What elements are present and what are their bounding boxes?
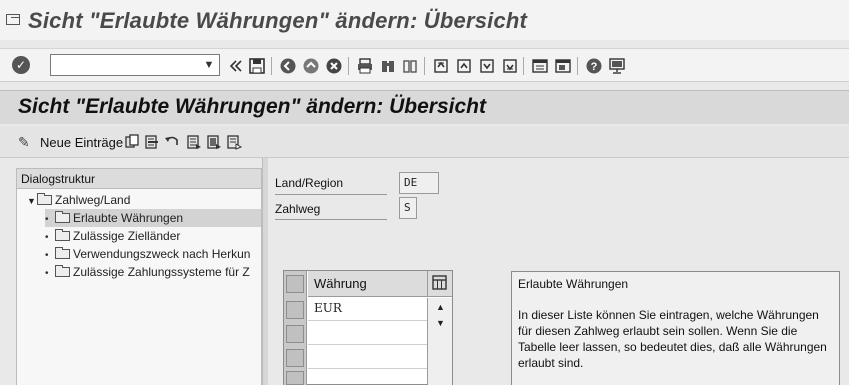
tree-node-label: Erlaubte Währungen <box>73 211 184 225</box>
copy-icon[interactable] <box>124 134 140 150</box>
dialog-structure-heading: Dialogstruktur <box>17 169 261 189</box>
command-dropdown-icon[interactable]: ▼ <box>201 57 217 73</box>
tree-node-label: Zahlweg/Land <box>55 193 131 207</box>
scroll-up-icon[interactable]: ▲ <box>436 302 445 312</box>
save-icon[interactable] <box>247 56 267 76</box>
row-selector[interactable] <box>286 349 304 367</box>
new-entries-button[interactable]: Neue Einträge <box>40 135 123 150</box>
table-cell[interactable] <box>308 345 429 369</box>
table-cell[interactable]: EUR <box>308 297 429 321</box>
select-all-icon[interactable] <box>186 134 202 150</box>
screen-header: Sicht "Erlaubte Währungen" ändern: Übers… <box>0 90 849 124</box>
tree-node-zahlungssysteme[interactable]: • Zulässige Zahlungssysteme für Z <box>45 263 250 281</box>
last-page-icon[interactable] <box>500 56 520 76</box>
undo-icon[interactable] <box>164 134 180 150</box>
shortcut-icon[interactable] <box>553 56 573 76</box>
customize-layout-icon[interactable] <box>607 56 627 76</box>
new-session-icon[interactable] <box>530 56 550 76</box>
next-page-icon[interactable] <box>477 56 497 76</box>
window-menu-icon[interactable] <box>6 14 20 25</box>
table-cell[interactable] <box>308 321 429 345</box>
print-icon[interactable] <box>355 56 375 76</box>
select-all-rows-button[interactable] <box>286 275 304 293</box>
row-selector[interactable] <box>286 325 304 343</box>
folder-icon <box>55 265 70 277</box>
scroll-down-icon[interactable]: ▼ <box>436 318 445 328</box>
tree-node-label: Zulässige Zielländer <box>73 229 181 243</box>
command-field[interactable]: ▼ <box>50 54 220 76</box>
help-icon[interactable]: ? <box>584 56 604 76</box>
land-region-field[interactable]: DE <box>399 172 439 194</box>
tree-node-root[interactable]: ▼ Zahlweg/Land <box>27 191 130 209</box>
tree-node-erlaubte-waehrungen[interactable]: • Erlaubte Währungen <box>45 209 261 227</box>
back-icon[interactable] <box>278 56 298 76</box>
zahlweg-label: Zahlweg <box>275 202 321 216</box>
row-selector[interactable] <box>286 371 304 385</box>
row-selector[interactable] <box>286 301 304 319</box>
row-selector-column <box>284 271 307 385</box>
standard-toolbar: ✓ ▼ ? <box>0 48 849 82</box>
select-block-icon[interactable] <box>206 134 222 150</box>
open-folder-icon <box>55 211 70 223</box>
zahlweg-field[interactable]: S <box>399 197 417 219</box>
enter-icon[interactable]: ✓ <box>12 56 30 74</box>
previous-page-icon[interactable] <box>454 56 474 76</box>
waehrung-table: Währung EUR ▲ ▼ <box>283 270 453 385</box>
info-title: Erlaubte Währungen <box>518 277 629 291</box>
deselect-all-icon[interactable] <box>226 134 242 150</box>
tree-node-verwendungszweck[interactable]: • Verwendungszweck nach Herkun <box>45 245 250 263</box>
svg-text:?: ? <box>591 61 598 73</box>
land-region-label: Land/Region <box>275 176 344 190</box>
folder-icon <box>37 193 52 205</box>
info-box: Erlaubte Währungen In dieser Liste könne… <box>511 271 840 385</box>
delete-icon[interactable] <box>144 134 160 150</box>
folder-icon <box>55 229 70 241</box>
table-cell[interactable] <box>308 369 429 385</box>
find-next-icon[interactable] <box>400 56 420 76</box>
tree-node-zielaender[interactable]: • Zulässige Zielländer <box>45 227 180 245</box>
application-toolbar: ✎ Neue Einträge <box>0 126 849 158</box>
dialog-structure-pane: Dialogstruktur ▼ Zahlweg/Land • Erlaubte W… <box>16 168 262 385</box>
tree-node-label: Zulässige Zahlungssysteme für Z <box>73 265 250 279</box>
new-entries-icon[interactable]: ✎ <box>18 134 30 151</box>
tree-node-label: Verwendungszweck nach Herkun <box>73 247 251 261</box>
info-body: In dieser Liste können Sie eintragen, we… <box>518 308 827 370</box>
first-page-icon[interactable] <box>431 56 451 76</box>
cancel-icon[interactable] <box>324 56 344 76</box>
table-vertical-scrollbar[interactable]: ▲ ▼ <box>427 298 452 385</box>
window-titlebar: Sicht "Erlaubte Währungen" ändern: Übers… <box>0 0 849 40</box>
back-chevrons-icon[interactable] <box>226 56 246 76</box>
find-icon[interactable] <box>378 56 398 76</box>
exit-icon[interactable] <box>301 56 321 76</box>
folder-icon <box>55 247 70 259</box>
tree-expand-icon[interactable]: ▼ <box>27 192 37 210</box>
pane-splitter[interactable] <box>262 158 268 385</box>
table-settings-icon[interactable] <box>427 271 452 297</box>
column-header-waehrung[interactable]: Währung <box>308 271 429 297</box>
window-title: Sicht "Erlaubte Währungen" ändern: Übers… <box>28 8 528 33</box>
page-title: Sicht "Erlaubte Währungen" ändern: Übers… <box>18 95 486 118</box>
